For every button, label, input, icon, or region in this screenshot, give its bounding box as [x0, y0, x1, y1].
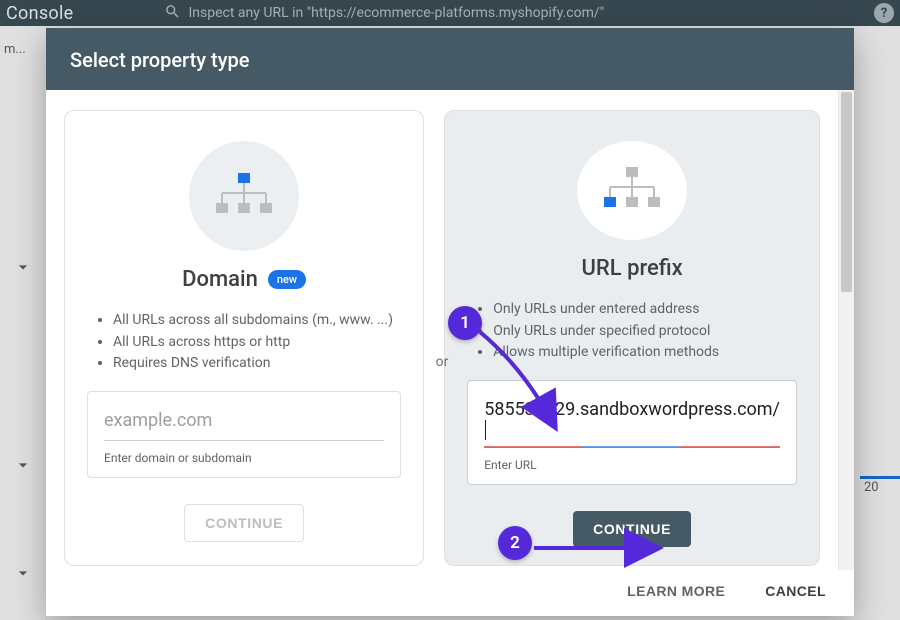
- url-prefix-bullets: Only URLs under entered address Only URL…: [467, 299, 719, 364]
- help-icon[interactable]: ?: [874, 3, 894, 23]
- scrollbar-thumb[interactable]: [841, 92, 852, 292]
- app-topbar: Console Inspect any URL in "https://ecom…: [0, 0, 900, 26]
- cancel-button[interactable]: CANCEL: [759, 582, 832, 600]
- url-helper: Enter URL: [484, 458, 780, 472]
- domain-continue-button[interactable]: CONTINUE: [184, 504, 304, 542]
- url-input[interactable]: 585538529.sandboxwordpress.com/: [484, 399, 780, 448]
- domain-card-title: Domain: [182, 267, 258, 292]
- select-property-type-dialog: Select property type: [46, 28, 854, 616]
- url-prefix-card-title: URL prefix: [581, 256, 682, 281]
- domain-input-box[interactable]: example.com Enter domain or subdomain: [87, 391, 401, 478]
- domain-bullet: Requires DNS verification: [113, 353, 393, 375]
- sitemap-icon: [189, 141, 299, 251]
- domain-helper: Enter domain or subdomain: [104, 451, 384, 465]
- app-logo-text: Console: [6, 3, 74, 24]
- sitemap-icon: [577, 141, 687, 240]
- property-type-domain-card[interactable]: Domain new All URLs across all subdomain…: [64, 110, 424, 566]
- dialog-title: Select property type: [46, 28, 854, 90]
- url-prefix-bullet: Allows multiple verification methods: [493, 342, 719, 364]
- url-prefix-bullet: Only URLs under entered address: [493, 299, 719, 321]
- domain-bullets: All URLs across all subdomains (m., www.…: [87, 310, 393, 375]
- url-inspect-bar[interactable]: Inspect any URL in "https://ecommerce-pl…: [164, 3, 605, 24]
- url-input-box[interactable]: 585538529.sandboxwordpress.com/ Enter UR…: [467, 380, 797, 485]
- url-inspect-placeholder: Inspect any URL in "https://ecommerce-pl…: [189, 5, 605, 21]
- property-type-url-prefix-card[interactable]: URL prefix Only URLs under entered addre…: [444, 110, 820, 566]
- url-continue-button[interactable]: CONTINUE: [573, 511, 691, 547]
- domain-bullet: All URLs across https or http: [113, 332, 393, 354]
- or-label: or: [436, 354, 449, 370]
- spellcheck-underline: [484, 446, 780, 448]
- new-badge: new: [268, 270, 306, 289]
- search-icon: [164, 3, 181, 24]
- domain-input[interactable]: example.com: [104, 410, 384, 441]
- url-prefix-bullet: Only URLs under specified protocol: [493, 321, 719, 343]
- dialog-scrollbar[interactable]: [838, 90, 854, 570]
- dialog-footer: LEARN MORE CANCEL: [46, 570, 854, 616]
- domain-bullet: All URLs across all subdomains (m., www.…: [113, 310, 393, 332]
- learn-more-button[interactable]: LEARN MORE: [621, 582, 731, 600]
